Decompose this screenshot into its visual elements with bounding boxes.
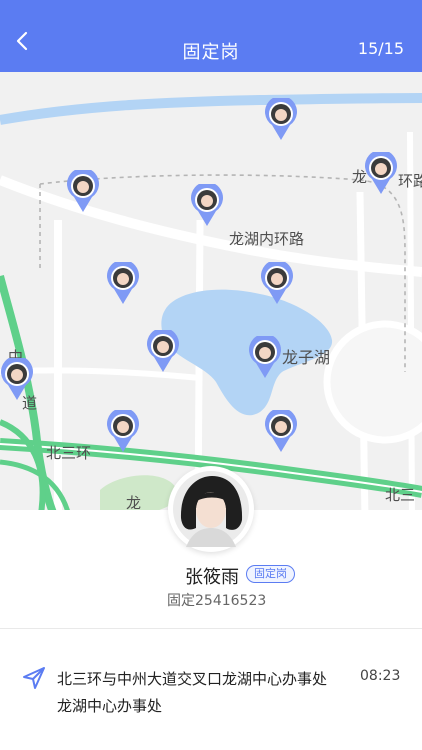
- person-pin[interactable]: [248, 336, 282, 380]
- person-pin[interactable]: [260, 262, 294, 306]
- avatar-photo: [173, 471, 249, 547]
- divider: [0, 628, 422, 629]
- person-pin[interactable]: [364, 152, 398, 196]
- app-header: 固定岗 15/15: [0, 0, 422, 72]
- location-time: 08:23: [360, 668, 401, 684]
- map-label-ring-left: 北三环: [46, 444, 92, 462]
- person-pin[interactable]: [0, 358, 34, 402]
- navigation-arrow-icon: [23, 667, 45, 689]
- person-pin[interactable]: [146, 330, 180, 374]
- page-counter: 15/15: [357, 39, 404, 58]
- status-badge: 固定岗: [246, 565, 295, 583]
- person-pin[interactable]: [106, 410, 140, 454]
- map-label-ring-right: 北三: [385, 486, 416, 504]
- map-label-top-right2: 环路: [398, 172, 422, 190]
- person-pin[interactable]: [264, 98, 298, 142]
- map-label-road-inner: 龙湖内环路: [229, 230, 305, 248]
- map-view[interactable]: 龙湖内环路 龙子湖 北三环 北三 龙 环路 中 道 龙: [0, 72, 422, 520]
- person-pin[interactable]: [66, 170, 100, 214]
- person-pin[interactable]: [106, 262, 140, 306]
- person-pin[interactable]: [190, 184, 224, 228]
- person-phone[interactable]: 固定25416523: [167, 590, 266, 610]
- map-label-lake: 龙子湖: [282, 348, 331, 367]
- person-name: 张筱雨: [185, 567, 239, 588]
- person-avatar: [168, 466, 254, 552]
- person-pin[interactable]: [264, 410, 298, 454]
- location-address: 北三环与中州大道交叉口龙湖中心办事处龙湖中心办事处: [57, 670, 328, 715]
